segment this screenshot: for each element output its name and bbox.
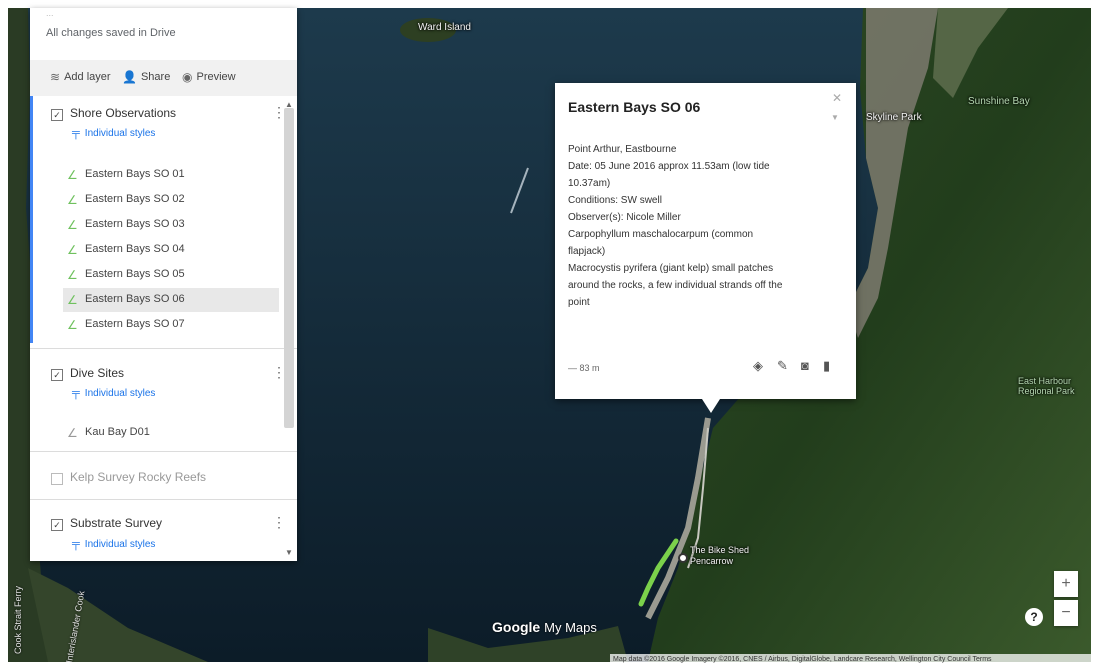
styles-label: Individual styles <box>84 387 156 399</box>
item-label: Eastern Bays SO 03 <box>85 218 185 230</box>
distance-readout: — 83 m <box>568 363 600 373</box>
description-line: Conditions: SW swell <box>568 195 662 206</box>
line-icon: ∠ <box>67 318 78 332</box>
preview-button[interactable]: ◉ Preview <box>182 70 236 84</box>
add-person-icon: 👤 <box>122 70 137 84</box>
zoom-in-button[interactable]: + <box>1054 571 1078 597</box>
road-label-ferry: Cook Strait Ferry <box>13 585 23 654</box>
panel-toolbar: ≋ Add layer 👤 Share ◉ Preview <box>30 60 297 96</box>
layers-icon: ≋ <box>50 70 61 84</box>
place-label-reserve: East Harbour Regional Park <box>1018 376 1075 396</box>
close-icon[interactable]: ✕ <box>832 91 842 105</box>
list-item[interactable]: ∠ Eastern Bays SO 07 <box>63 313 279 337</box>
logo-mymaps-text: My Maps <box>544 620 597 635</box>
item-label: Eastern Bays SO 04 <box>85 243 185 255</box>
map-attribution[interactable]: Map data ©2016 Google Imagery ©2016, CNE… <box>610 654 1091 665</box>
list-item[interactable]: ∠ Eastern Bays SO 01 <box>63 163 279 187</box>
list-item[interactable]: ∠ Eastern Bays SO 03 <box>63 213 279 237</box>
preview-label: Preview <box>196 71 236 83</box>
feature-info-window: Eastern Bays SO 06 ✕ ▼ Point Arthur, Eas… <box>555 83 856 413</box>
individual-styles-link[interactable]: ╤ Individual styles <box>72 538 155 550</box>
description-line: 10.37am) <box>568 178 611 189</box>
item-label: Eastern Bays SO 06 <box>85 293 185 305</box>
individual-styles-link[interactable]: ╤ Individual styles <box>72 127 155 139</box>
individual-styles-link[interactable]: ╤ Individual styles <box>72 387 155 399</box>
screen-frame: Ward Island Skyline Park Sunshine Bay Ea… <box>0 0 1095 668</box>
camera-icon[interactable]: ◙ <box>801 358 809 373</box>
place-label-area: Skyline Park <box>866 112 922 123</box>
description-line: Point Arthur, Eastbourne <box>568 144 677 155</box>
google-my-maps-logo: Google My Maps <box>492 619 597 635</box>
line-icon: ∠ <box>67 218 78 232</box>
scroll-down-icon[interactable]: ▼ <box>285 548 293 557</box>
layer-checkbox-kelp[interactable] <box>51 473 63 485</box>
description-line: around the rocks, a few individual stran… <box>568 280 783 291</box>
list-item[interactable]: ∠ Kau Bay D01 <box>63 421 279 445</box>
description-line: Carpophyllum maschalocarpum (common <box>568 229 754 240</box>
panel-top-fragment: ... <box>46 8 54 18</box>
active-layer-indicator <box>30 96 33 343</box>
paint-roller-icon: ╤ <box>72 387 80 399</box>
feature-description: Point Arthur, Eastbourne Date: 05 June 2… <box>568 141 838 311</box>
styles-label: Individual styles <box>84 127 156 139</box>
layer-divider <box>30 499 297 500</box>
trash-icon[interactable]: ▮ <box>823 358 830 374</box>
add-layer-label: Add layer <box>64 71 111 83</box>
paint-roller-icon: ╤ <box>72 127 80 139</box>
help-icon[interactable]: ? <box>1025 608 1043 626</box>
list-item-selected[interactable]: ∠ Eastern Bays SO 06 <box>63 288 279 312</box>
line-icon: ∠ <box>67 293 78 307</box>
layers-list[interactable]: ✓ Shore Observations ⋮ ╤ Individual style… <box>30 96 297 561</box>
layer-name-substrate[interactable]: Substrate Survey <box>70 516 162 530</box>
edit-pencil-icon[interactable]: ✎ <box>777 358 788 374</box>
zoom-out-button[interactable]: − <box>1054 600 1078 626</box>
line-icon: ∠ <box>67 168 78 182</box>
paint-roller-icon: ╤ <box>72 538 80 550</box>
item-label: Eastern Bays SO 05 <box>85 268 185 280</box>
line-icon: ∠ <box>67 243 78 257</box>
logo-google-text: Google <box>492 619 541 635</box>
layer-name-dive[interactable]: Dive Sites <box>70 366 124 380</box>
line-icon: ∠ <box>67 193 78 207</box>
line-icon: ∠ <box>67 426 78 440</box>
item-label: Eastern Bays SO 01 <box>85 168 185 180</box>
scrollbar-thumb[interactable] <box>284 108 294 428</box>
map-marker-icon[interactable] <box>678 553 688 563</box>
share-button[interactable]: 👤 Share <box>122 70 170 84</box>
layer-name-shore[interactable]: Shore Observations <box>70 106 176 120</box>
chevron-down-icon[interactable]: ▼ <box>831 113 839 122</box>
info-window-pointer <box>702 399 720 413</box>
more-options-icon[interactable]: ⋮ <box>272 514 286 531</box>
layer-name-kelp[interactable]: Kelp Survey Rocky Reefs <box>70 470 206 484</box>
description-line: Macrocystis pyrifera (giant kelp) small … <box>568 263 774 274</box>
layer-checkbox-substrate[interactable]: ✓ <box>51 519 63 531</box>
list-item[interactable]: ∠ Eastern Bays SO 02 <box>63 188 279 212</box>
feature-title: Eastern Bays SO 06 <box>568 99 701 115</box>
item-label: Eastern Bays SO 02 <box>85 193 185 205</box>
item-label: Eastern Bays SO 07 <box>85 318 185 330</box>
description-line: point <box>568 297 590 308</box>
list-item[interactable]: ∠ Eastern Bays SO 05 <box>63 263 279 287</box>
eye-icon: ◉ <box>182 70 193 84</box>
layer-divider <box>30 451 297 452</box>
description-line: flapjack) <box>568 246 606 257</box>
place-label-area-right: Sunshine Bay <box>968 96 1030 107</box>
place-label-island: Ward Island <box>418 22 471 33</box>
add-layer-button[interactable]: ≋ Add layer <box>50 70 111 84</box>
styles-label: Individual styles <box>84 538 156 550</box>
layers-panel: ... All changes saved in Drive ≋ Add laye… <box>30 8 297 561</box>
paint-bucket-icon[interactable]: ◈ <box>753 358 763 374</box>
share-label: Share <box>140 71 171 83</box>
layer-divider <box>30 348 297 349</box>
list-item[interactable]: ∠ Eastern Bays SO 04 <box>63 238 279 262</box>
scroll-up-icon[interactable]: ▲ <box>285 100 293 109</box>
place-label-bike-shed: The Bike Shed Pencarrow <box>690 545 750 566</box>
line-icon: ∠ <box>67 268 78 282</box>
layer-checkbox-shore[interactable]: ✓ <box>51 109 63 121</box>
description-line: Observer(s): Nicole Miller <box>568 212 681 223</box>
item-label: Kau Bay D01 <box>85 426 150 438</box>
layer-checkbox-dive[interactable]: ✓ <box>51 369 63 381</box>
description-line: Date: 05 June 2016 approx 11.53am (low t… <box>568 161 770 172</box>
save-status: All changes saved in Drive <box>46 27 176 39</box>
